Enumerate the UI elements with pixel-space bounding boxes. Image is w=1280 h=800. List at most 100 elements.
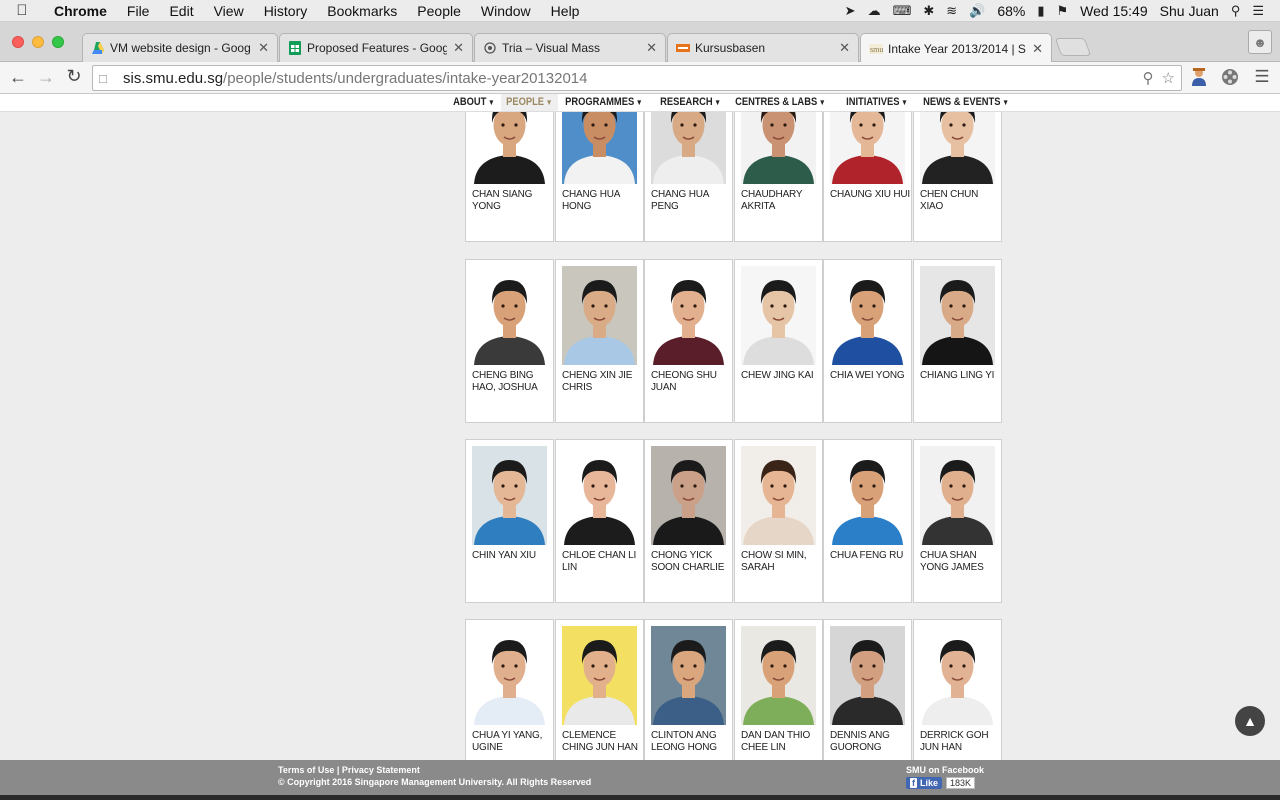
new-tab-button[interactable] <box>1054 38 1092 56</box>
bookmark-star-icon[interactable]: ☆ <box>1162 69 1175 87</box>
user-name[interactable]: Shu Juan <box>1154 3 1225 19</box>
menu-file[interactable]: File <box>117 3 160 19</box>
student-photo[interactable] <box>920 446 995 545</box>
student-card[interactable]: DAN DAN THIO CHEE LIN <box>734 619 823 760</box>
student-card[interactable]: CHEONG SHU JUAN <box>644 259 733 423</box>
spotlight-search-icon[interactable]: ⚲ <box>1225 3 1247 19</box>
student-card[interactable]: DERRICK GOH JUN HAN <box>913 619 1002 760</box>
extension-avatar-icon[interactable] <box>1188 66 1210 88</box>
student-card[interactable]: CHAUDHARY AKRITA <box>734 112 823 242</box>
student-photo[interactable] <box>920 266 995 365</box>
nav-people[interactable]: PEOPLE ▼ <box>501 94 558 111</box>
student-name[interactable]: CHIN YAN XIU <box>472 550 552 562</box>
student-card[interactable]: CHENG BING HAO, JOSHUA <box>465 259 554 423</box>
student-photo[interactable] <box>651 266 726 365</box>
student-card[interactable]: CHAN SIANG YONG <box>465 112 554 242</box>
nav-news-events[interactable]: NEWS & EVENTS ▼ <box>918 94 1014 111</box>
close-tab-icon[interactable]: ✕ <box>646 40 657 56</box>
close-tab-icon[interactable]: ✕ <box>1032 41 1043 57</box>
student-card[interactable]: DENNIS ANG GUORONG <box>823 619 912 760</box>
student-photo[interactable] <box>651 112 726 184</box>
student-card[interactable]: CHEN CHUN XIAO <box>913 112 1002 242</box>
menu-window[interactable]: Window <box>471 3 541 19</box>
tab-vm-website-design[interactable]: VM website design - Goog ✕ <box>82 33 278 62</box>
nav-initiatives[interactable]: INITIATIVES ▼ <box>841 94 913 111</box>
student-photo[interactable] <box>920 112 995 184</box>
student-card[interactable]: CLINTON ANG LEONG HONG <box>644 619 733 760</box>
student-photo[interactable] <box>830 112 905 184</box>
extension-reel-icon[interactable] <box>1219 66 1241 88</box>
student-card[interactable]: CHANG HUA PENG <box>644 112 733 242</box>
student-photo[interactable] <box>830 626 905 725</box>
student-name[interactable]: CHOW SI MIN, SARAH <box>741 550 821 574</box>
tab-kursusbasen[interactable]: Kursusbasen ✕ <box>667 33 859 62</box>
facebook-label[interactable]: SMU on Facebook <box>906 765 984 775</box>
student-name[interactable]: CHEN CHUN XIAO <box>920 189 1000 213</box>
student-photo[interactable] <box>472 266 547 365</box>
keyboard-icon[interactable]: ⌨ <box>887 3 918 19</box>
wifi-icon[interactable]: ≋ <box>940 3 963 19</box>
zoom-search-icon[interactable]: ⚲ <box>1143 69 1154 87</box>
student-card[interactable]: CHUA YI YANG, UGINE <box>465 619 554 760</box>
menu-bookmarks[interactable]: Bookmarks <box>317 3 407 19</box>
student-name[interactable]: CHUA SHAN YONG JAMES <box>920 550 1000 574</box>
student-card[interactable]: CHLOE CHAN LI LIN <box>555 439 644 603</box>
close-tab-icon[interactable]: ✕ <box>839 40 850 56</box>
cloud-icon[interactable]: ☁ <box>862 3 887 19</box>
student-photo[interactable] <box>562 446 637 545</box>
student-name[interactable]: DENNIS ANG GUORONG <box>830 730 910 754</box>
student-name[interactable]: CHUA YI YANG, UGINE <box>472 730 552 754</box>
student-photo[interactable] <box>472 446 547 545</box>
student-photo[interactable] <box>562 112 637 184</box>
student-name[interactable]: CHENG XIN JIE CHRIS <box>562 370 642 394</box>
apple-menu-icon[interactable]:  <box>0 2 44 19</box>
student-card[interactable]: CHIANG LING YI <box>913 259 1002 423</box>
student-name[interactable]: CHIA WEI YONG <box>830 370 910 382</box>
student-photo[interactable] <box>741 626 816 725</box>
student-name[interactable]: CHENG BING HAO, JOSHUA <box>472 370 552 394</box>
student-name[interactable]: CHONG YICK SOON CHARLIE <box>651 550 731 574</box>
close-tab-icon[interactable]: ✕ <box>258 40 269 56</box>
student-name[interactable]: CHLOE CHAN LI LIN <box>562 550 642 574</box>
forward-arrow-icon[interactable]: → <box>32 67 60 88</box>
student-name[interactable]: CLINTON ANG LEONG HONG <box>651 730 731 754</box>
volume-icon[interactable]: 🔊 <box>963 3 991 19</box>
profile-icon[interactable]: ☻ <box>1248 30 1272 54</box>
student-card[interactable]: CHUA FENG RU <box>823 439 912 603</box>
student-photo[interactable] <box>920 626 995 725</box>
student-card[interactable]: CHUA SHAN YONG JAMES <box>913 439 1002 603</box>
tab-proposed-features[interactable]: Proposed Features - Goog ✕ <box>279 33 473 62</box>
bluetooth-icon[interactable]: ✱ <box>917 3 940 19</box>
reload-icon[interactable]: ↻ <box>60 66 88 87</box>
tab-tria-visual-mass[interactable]: Tria – Visual Mass ✕ <box>474 33 666 62</box>
student-card[interactable]: CHOW SI MIN, SARAH <box>734 439 823 603</box>
scroll-to-top-button[interactable]: ▲ <box>1235 706 1265 736</box>
student-card[interactable]: CHAUNG XIU HUI <box>823 112 912 242</box>
minimize-window-button[interactable] <box>32 36 44 48</box>
menu-view[interactable]: View <box>204 3 254 19</box>
student-photo[interactable] <box>741 112 816 184</box>
student-photo[interactable] <box>830 446 905 545</box>
student-name[interactable]: CHAN SIANG YONG <box>472 189 552 213</box>
battery-icon[interactable]: ▮ <box>1031 3 1050 19</box>
student-card[interactable]: CHENG XIN JIE CHRIS <box>555 259 644 423</box>
student-card[interactable]: CHIA WEI YONG <box>823 259 912 423</box>
student-name[interactable]: DERRICK GOH JUN HAN <box>920 730 1000 754</box>
student-photo[interactable] <box>472 112 547 184</box>
footer-links[interactable]: Terms of Use | Privacy Statement <box>278 765 420 775</box>
nav-research[interactable]: RESEARCH ▼ <box>655 94 726 111</box>
menu-people[interactable]: People <box>407 3 471 19</box>
menu-history[interactable]: History <box>254 3 318 19</box>
student-card[interactable]: CLEMENCE CHING JUN HAN <box>555 619 644 760</box>
flag-icon[interactable]: ⚑ <box>1051 3 1075 19</box>
student-photo[interactable] <box>830 266 905 365</box>
nav-programmes[interactable]: PROGRAMMES ▼ <box>560 94 648 111</box>
student-card[interactable]: CHEW JING KAI <box>734 259 823 423</box>
student-card[interactable]: CHIN YAN XIU <box>465 439 554 603</box>
student-name[interactable]: CHEONG SHU JUAN <box>651 370 731 394</box>
notification-center-icon[interactable]: ☰ <box>1246 3 1270 19</box>
student-photo[interactable] <box>741 266 816 365</box>
student-name[interactable]: CHANG HUA PENG <box>651 189 731 213</box>
student-name[interactable]: CHAUNG XIU HUI <box>830 189 910 201</box>
student-name[interactable]: CHUA FENG RU <box>830 550 910 562</box>
